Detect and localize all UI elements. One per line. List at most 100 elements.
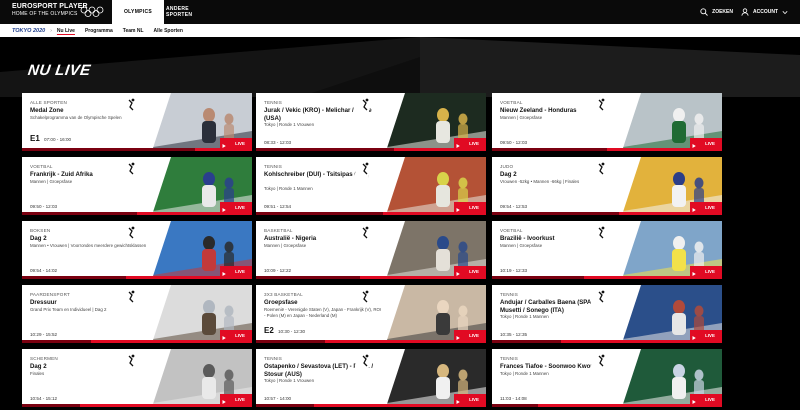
play-icon[interactable] — [690, 266, 698, 276]
live-label: LIVE — [469, 204, 479, 210]
card-category: TENNIS — [264, 356, 283, 361]
live-label: LIVE — [235, 204, 245, 210]
fencing-icon — [120, 352, 140, 370]
play-icon[interactable] — [454, 330, 462, 340]
live-label: LIVE — [235, 396, 245, 402]
card-subtitle: Mannen | Groepsfase — [30, 179, 73, 184]
judo-icon — [590, 160, 610, 178]
card-category: VOETBAL — [500, 228, 523, 233]
account-button[interactable]: ACCOUNT — [741, 8, 788, 16]
card-category: VOETBAL — [500, 100, 523, 105]
card-time: 10:19 - 12:33 — [500, 268, 528, 273]
card-time: 10:30 - 12:30 — [278, 329, 306, 334]
play-icon[interactable] — [454, 138, 462, 148]
card-progress-fill — [22, 276, 126, 279]
tokyo-2020-logo[interactable]: TOKYO 2020 — [12, 28, 45, 34]
live-card[interactable]: JUDO Dag 2 Vrouwen -52kg • Mannen -66kg … — [492, 157, 722, 215]
card-category: TENNIS — [264, 100, 283, 105]
live-badge[interactable]: LIVE — [228, 330, 252, 340]
live-badge[interactable]: LIVE — [228, 394, 252, 404]
live-card[interactable]: TENNIS Jurak / Vekic (KRO) - Melichar / … — [256, 93, 486, 151]
card-progress-fill — [22, 404, 80, 407]
card-subtitle: Mannen • Vrouwen | Voorrondes meerdere g… — [30, 243, 147, 248]
subnav-team-nl[interactable]: Team NL — [123, 28, 144, 34]
card-category: JUDO — [500, 164, 514, 169]
tab-olympics[interactable]: OLYMPICS — [112, 0, 164, 24]
live-label: LIVE — [235, 140, 245, 146]
live-card[interactable]: VOETBAL Brazilië - Ivoorkust Mannen | Gr… — [492, 221, 722, 279]
play-icon[interactable] — [690, 394, 698, 404]
search-label: ZOEKEN — [712, 9, 733, 15]
live-badge[interactable]: LIVE — [698, 394, 722, 404]
live-badge[interactable]: LIVE — [462, 330, 486, 340]
live-card[interactable]: TENNIS Frances Tiafoe - Soonwoo Kwon Tok… — [492, 349, 722, 407]
card-progress-fill — [256, 148, 394, 151]
channel-logo: E2 — [264, 326, 274, 335]
card-category: ALLE SPORTEN — [30, 100, 68, 105]
live-badge[interactable]: LIVE — [698, 330, 722, 340]
card-subtitle: Roemenië - Verenigde Staten (V), Japan -… — [264, 307, 384, 318]
card-progress-fill — [492, 148, 607, 151]
live-badge[interactable]: LIVE — [698, 202, 722, 212]
live-card[interactable]: BOKSEN Dag 2 Mannen • Vrouwen | Voorrond… — [22, 221, 252, 279]
tennis-icon — [354, 352, 374, 370]
live-badge[interactable]: LIVE — [228, 202, 252, 212]
subnav-nu-live[interactable]: Nu Live — [57, 28, 75, 34]
top-bar: EUROSPORT PLAYER HOME OF THE OLYMPICS OL… — [0, 0, 800, 24]
live-badge[interactable]: LIVE — [228, 138, 252, 148]
play-icon[interactable] — [690, 138, 698, 148]
live-badge[interactable]: LIVE — [462, 394, 486, 404]
live-card[interactable]: VOETBAL Nieuw Zeeland - Honduras Mannen … — [492, 93, 722, 151]
play-icon[interactable] — [220, 266, 228, 276]
live-card[interactable]: TENNIS Kohlschreiber (DUI) - Tsitsipas (… — [256, 157, 486, 215]
channel-logo: E1 — [30, 134, 40, 143]
play-icon[interactable] — [454, 202, 462, 212]
card-category: 3X3 BASKETBAL — [264, 292, 303, 297]
subnav-alle-sporten[interactable]: Alle Sporten — [154, 28, 183, 34]
play-icon[interactable] — [220, 202, 228, 212]
live-card[interactable]: SCHERMEN Dag 2 Finales 10:54 - 15:12 LIVE — [22, 349, 252, 407]
live-badge[interactable]: LIVE — [462, 202, 486, 212]
live-card[interactable]: VOETBAL Frankrijk - Zuid Afrika Mannen |… — [22, 157, 252, 215]
card-time: 09:51 - 12:54 — [264, 204, 292, 209]
live-badge[interactable]: LIVE — [698, 266, 722, 276]
chevron-down-icon — [782, 10, 788, 14]
play-icon[interactable] — [220, 394, 228, 404]
play-icon[interactable] — [690, 330, 698, 340]
card-time: 10:35 - 12:35 — [500, 332, 528, 337]
play-icon[interactable] — [220, 138, 228, 148]
live-badge[interactable]: LIVE — [462, 138, 486, 148]
play-icon[interactable] — [220, 330, 228, 340]
live-card[interactable]: ALLE SPORTEN Medal Zone Schakelprogramma… — [22, 93, 252, 151]
play-icon[interactable] — [454, 266, 462, 276]
live-card[interactable]: 3X3 BASKETBAL Groepsfase Roemenië - Vere… — [256, 285, 486, 343]
subnav-programma[interactable]: Programma — [85, 28, 113, 34]
card-subtitle: Tokyo | Ronde 1 Mannen — [500, 371, 549, 376]
live-badge[interactable]: LIVE — [462, 266, 486, 276]
live-label: LIVE — [469, 140, 479, 146]
live-label: LIVE — [705, 396, 715, 402]
tennis-icon — [354, 96, 374, 114]
live-badge[interactable]: LIVE — [698, 138, 722, 148]
section-title: NU LIVE — [26, 62, 92, 79]
card-progress-fill — [22, 212, 137, 215]
horse-icon — [120, 288, 140, 306]
live-badge[interactable]: LIVE — [228, 266, 252, 276]
live-card[interactable]: TENNIS Ostapenko / Sevastova (LET) - Per… — [256, 349, 486, 407]
card-time: 09:50 - 12:03 — [30, 204, 58, 209]
live-label: LIVE — [705, 204, 715, 210]
live-label: LIVE — [469, 396, 479, 402]
card-subtitle: Tokyo | Ronde 1 Vrouwen — [264, 122, 315, 127]
live-label: LIVE — [235, 332, 245, 338]
play-icon[interactable] — [454, 394, 462, 404]
play-icon[interactable] — [690, 202, 698, 212]
card-subtitle: Schakelprogramma van de Olympische Spele… — [30, 115, 122, 120]
card-category: BASKETBAL — [264, 228, 293, 233]
search-button[interactable]: ZOEKEN — [700, 8, 733, 16]
live-card[interactable]: BASKETBAL Australië - Nigeria Mannen | G… — [256, 221, 486, 279]
live-card[interactable]: PAARDENSPORT Dressuur Grand Prix Team en… — [22, 285, 252, 343]
tab-andere-sporten[interactable]: ANDERE SPORTEN — [166, 0, 210, 24]
card-subtitle: Mannen | Groepsfase — [500, 115, 543, 120]
card-progress-fill — [492, 340, 561, 343]
live-card[interactable]: TENNIS Andujar / Carballes Baena (SPA) -… — [492, 285, 722, 343]
